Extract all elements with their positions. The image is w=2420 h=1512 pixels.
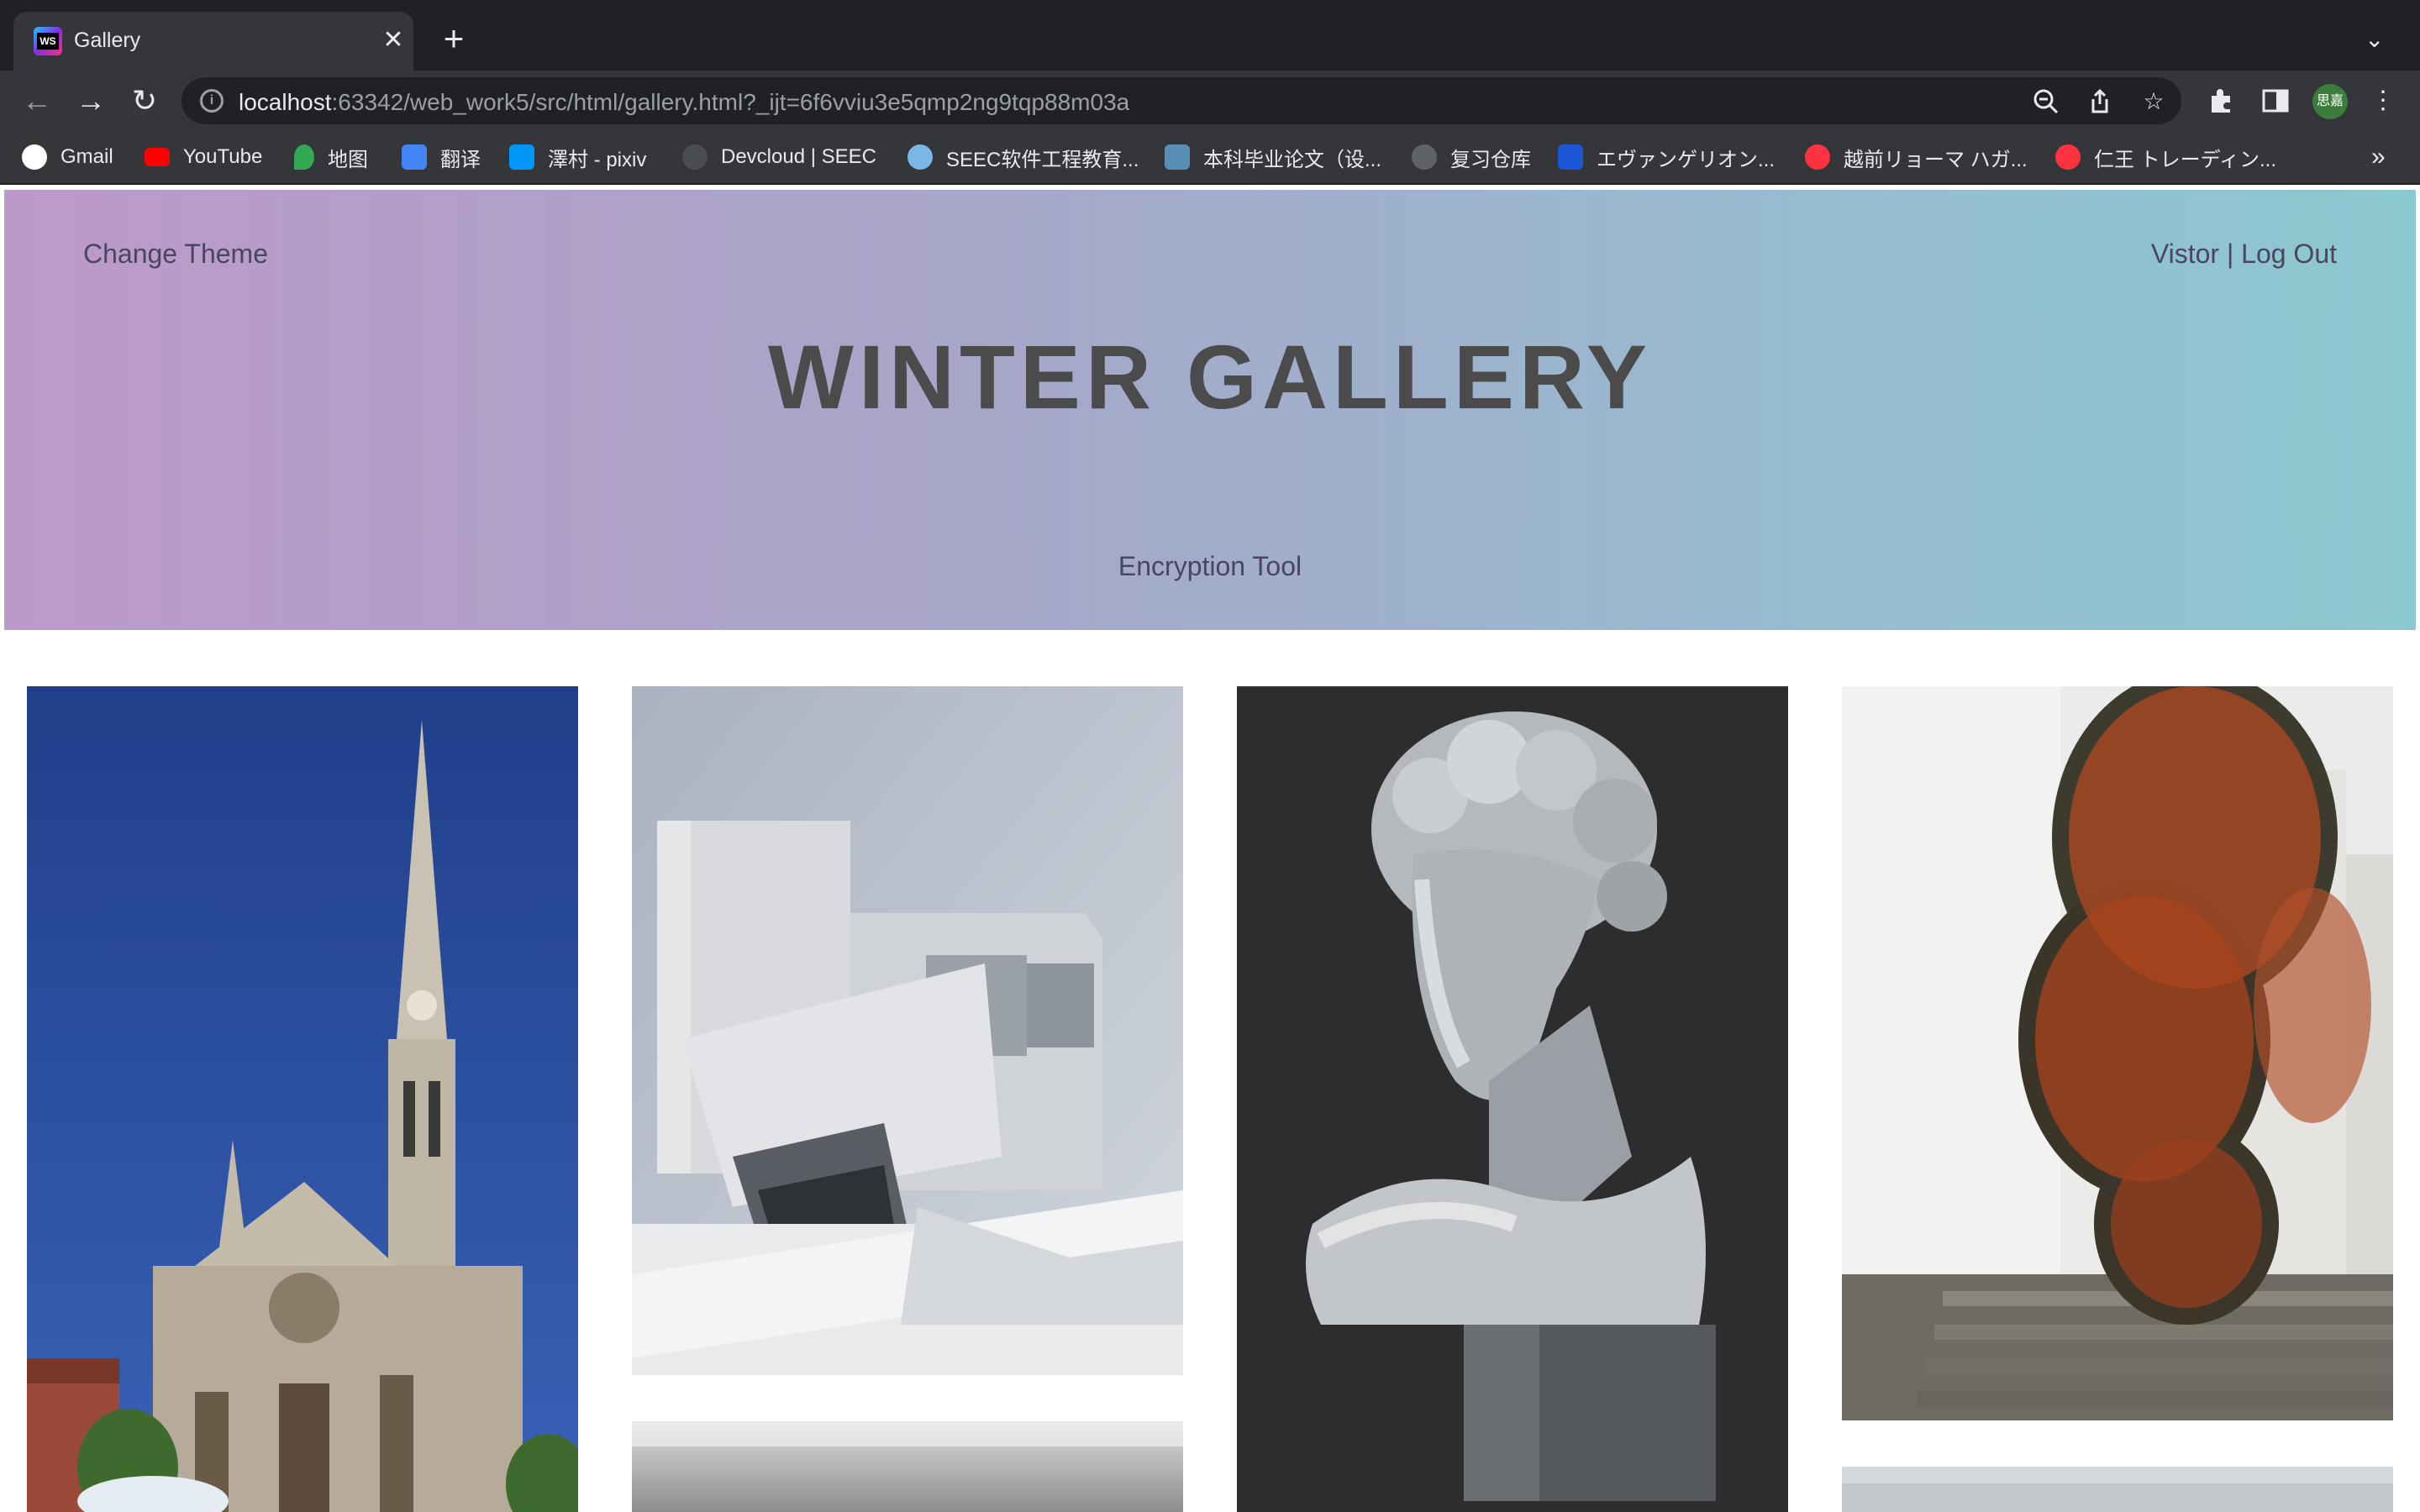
browser-tab[interactable]: Gallery ✕ <box>13 12 413 71</box>
bookmark-gmail[interactable]: Gmail <box>22 143 113 171</box>
visitor-logout-link[interactable]: Vistor | Log Out <box>2151 239 2337 270</box>
url-text[interactable]: localhost:63342/web_work5/src/html/galle… <box>239 89 1129 116</box>
share-icon[interactable] <box>2086 87 2114 116</box>
cathedral-image[interactable] <box>27 686 578 1512</box>
architecture-image[interactable] <box>632 686 1183 1375</box>
new-tab-icon[interactable]: + <box>435 21 472 56</box>
berries-image[interactable] <box>1842 686 2393 1420</box>
address-bar[interactable]: i localhost:63342/web_work5/src/html/gal… <box>182 77 2181 124</box>
site-icon <box>1558 144 1583 170</box>
bookmark-nioh[interactable]: 仁王 トレーディン... <box>2055 143 2276 171</box>
bookmark-pixiv[interactable]: 澤村 - pixiv <box>509 143 646 171</box>
bookmark-translate[interactable]: 翻译 <box>402 143 481 171</box>
bookmark-seec[interactable]: SEEC软件工程教育... <box>908 143 1139 171</box>
page: Change Theme Vistor | Log Out WINTER GAL… <box>0 186 2420 1512</box>
bust-sculpture-image[interactable] <box>1237 686 1788 1512</box>
translate-icon <box>402 144 427 170</box>
bookmark-youtube[interactable]: YouTube <box>145 143 262 171</box>
site-info-icon[interactable]: i <box>200 89 224 113</box>
youtube-icon <box>145 148 170 166</box>
zoom-icon[interactable] <box>2032 87 2060 116</box>
bookmark-review-repo[interactable]: 复习仓库 <box>1412 143 1531 171</box>
water-image[interactable] <box>632 1421 1183 1512</box>
pixiv-icon <box>509 144 534 170</box>
bookmark-thesis[interactable]: 本科毕业论文（设... <box>1165 143 1381 171</box>
profile-avatar[interactable]: 思嘉 <box>2312 84 2348 119</box>
seec-icon <box>908 144 933 170</box>
github-icon <box>1412 144 1437 170</box>
mercari-icon <box>1805 144 1830 170</box>
gallery-header: Change Theme Vistor | Log Out WINTER GAL… <box>4 190 2416 630</box>
browser-tabstrip: Gallery ✕ + ⌄ <box>0 0 2420 71</box>
cloud-icon <box>682 144 708 170</box>
tab-title: Gallery <box>74 29 141 52</box>
extensions-icon[interactable] <box>2207 86 2237 116</box>
bookmark-maps[interactable]: 地图 <box>294 143 368 171</box>
chevron-down-icon[interactable]: ⌄ <box>2365 25 2384 53</box>
page-title: WINTER GALLERY <box>768 326 1652 428</box>
google-icon <box>22 144 47 170</box>
menu-icon[interactable]: ⋮ <box>2368 86 2398 116</box>
browser-toolbar: ← → ↻ i localhost:63342/web_work5/src/ht… <box>0 71 2420 131</box>
mercari-icon <box>2055 144 2081 170</box>
bookmarks-bar: Gmail YouTube 地图 翻译 澤村 - pixiv Devcloud … <box>0 131 2420 185</box>
maps-icon <box>294 144 314 170</box>
reload-icon[interactable]: ↻ <box>126 82 163 119</box>
side-panel-icon[interactable] <box>2260 86 2291 116</box>
bookmark-star-icon[interactable]: ☆ <box>2139 87 2168 116</box>
change-theme-link[interactable]: Change Theme <box>83 239 268 270</box>
bookmark-ryoma[interactable]: 越前リョーマ ハガ... <box>1805 143 2028 171</box>
forward-icon[interactable]: → <box>72 82 109 119</box>
encryption-tool-link[interactable]: Encryption Tool <box>4 551 2416 582</box>
more-bookmarks-icon[interactable]: » <box>2371 143 2386 171</box>
webstorm-icon <box>34 27 62 55</box>
close-tab-icon[interactable]: ✕ <box>376 24 410 57</box>
bookmark-evangelion[interactable]: エヴァンゲリオン... <box>1558 143 1775 171</box>
misc-image[interactable] <box>1842 1467 2393 1512</box>
school-icon <box>1165 144 1190 170</box>
back-icon[interactable]: ← <box>18 82 55 119</box>
bookmark-devcloud[interactable]: Devcloud | SEEC <box>682 143 876 171</box>
